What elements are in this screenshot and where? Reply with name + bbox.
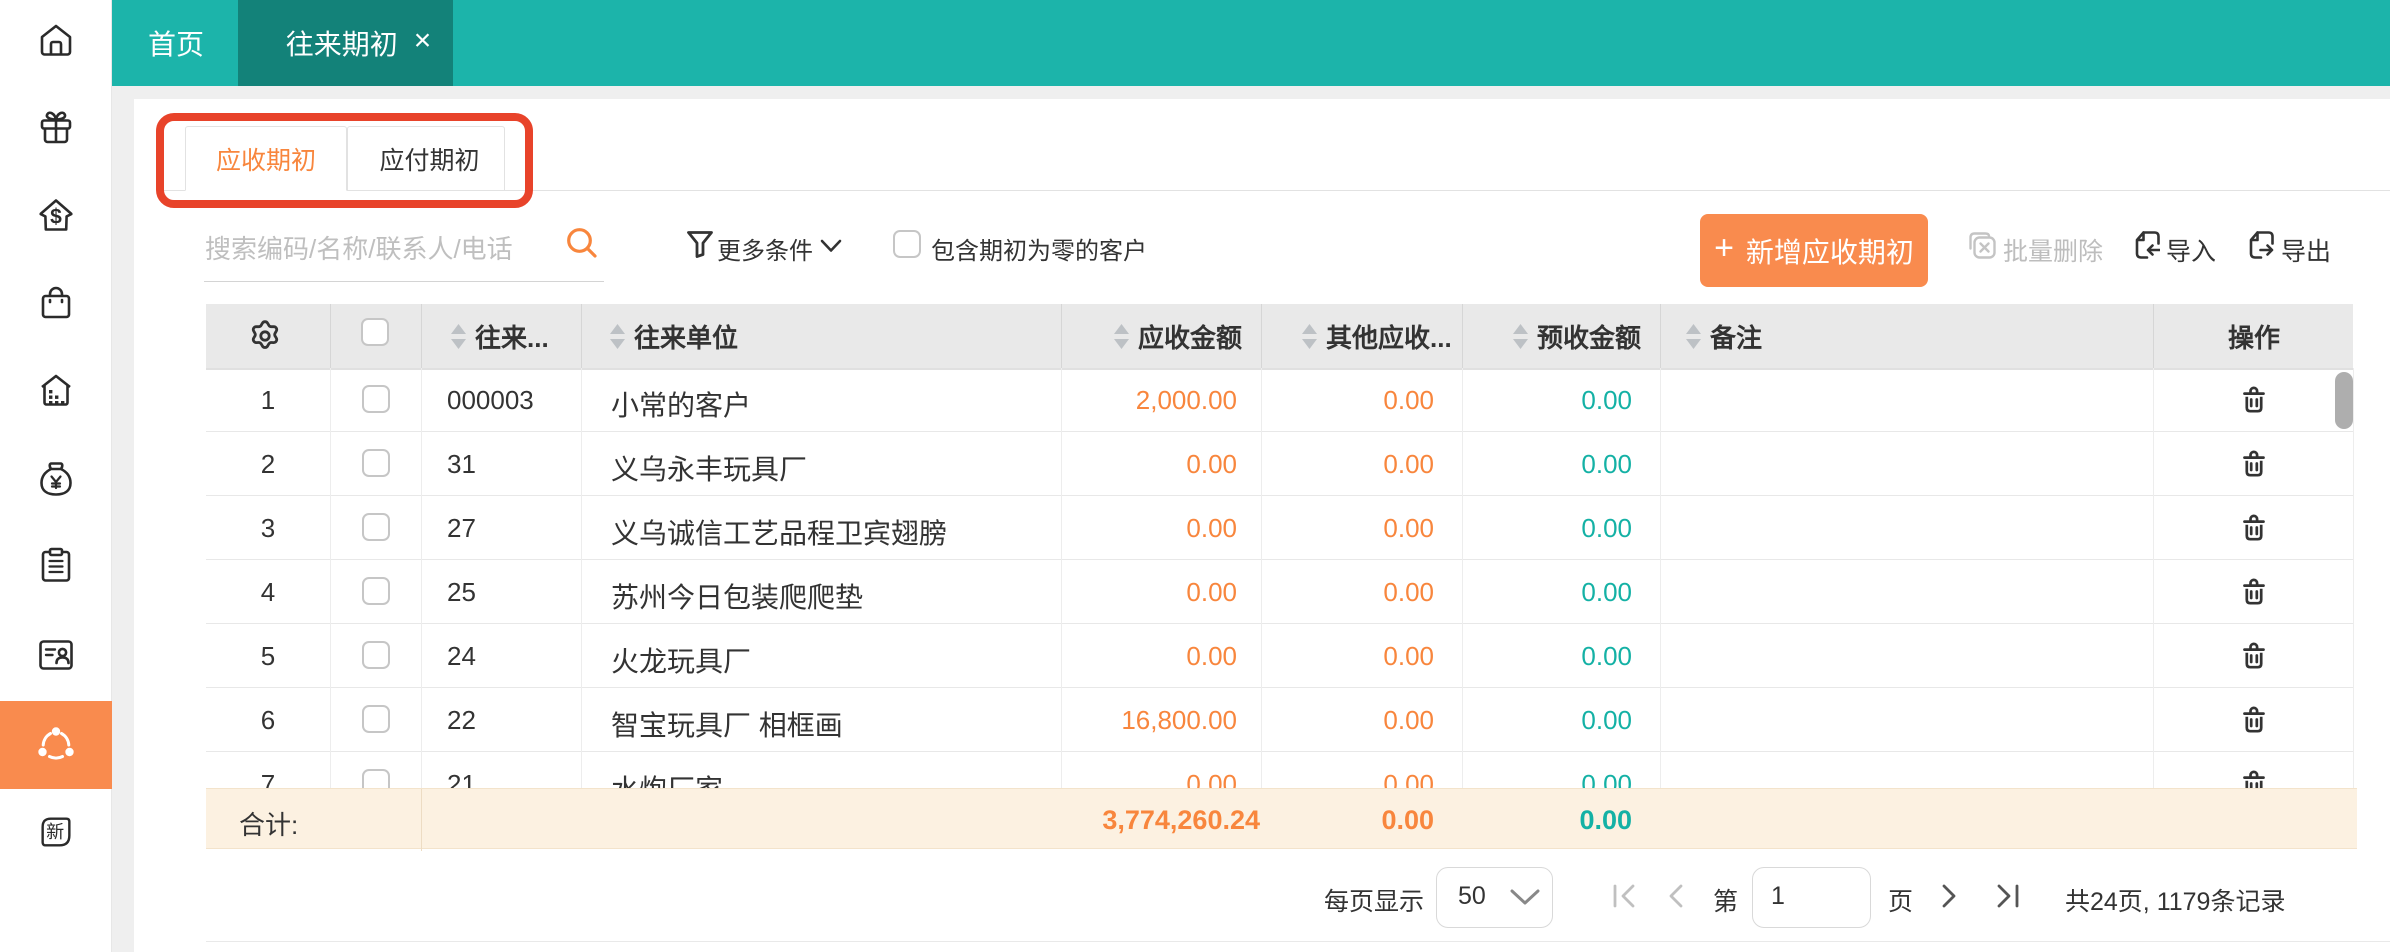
svg-text:$: $ bbox=[50, 206, 62, 229]
svg-text:新: 新 bbox=[46, 822, 64, 842]
